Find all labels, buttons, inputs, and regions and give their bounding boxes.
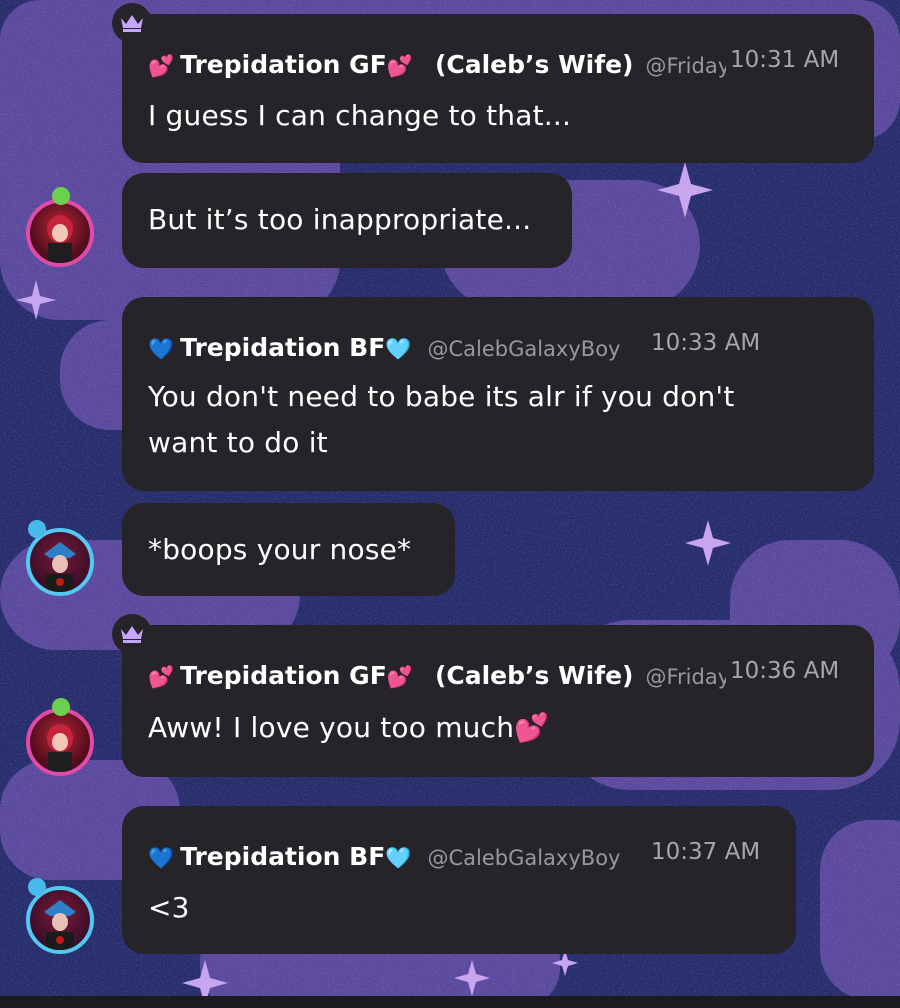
message-header: 💕 Trepidation GF 💕 (Caleb’s Wife) @Frida… [148, 50, 726, 79]
message-time: 10:33 AM [651, 330, 761, 356]
bf-avatar[interactable] [26, 528, 94, 596]
message-time: 10:37 AM [651, 839, 761, 865]
sender-name[interactable]: Trepidation BF [180, 333, 385, 362]
crown-icon [121, 626, 143, 643]
sender-handle[interactable]: @CalebGalaxyBoy [427, 337, 620, 361]
message-bubble[interactable]: 💕 Trepidation GF 💕 (Caleb’s Wife) @Frida… [122, 625, 874, 777]
crown-badge [112, 3, 152, 43]
sender-name[interactable]: Trepidation BF [180, 842, 385, 871]
status-badge [28, 878, 46, 896]
bf-avatar-icon [44, 542, 76, 592]
crown-icon [121, 15, 143, 32]
message-bubble[interactable]: *boops your nose* [122, 503, 455, 596]
sender-handle[interactable]: @CalebGalaxyBoy [427, 846, 620, 870]
message-bubble[interactable]: But it’s too inappropriate... [122, 173, 572, 268]
message-text: Aww! I love you too much💕 [148, 711, 550, 744]
sender-handle[interactable]: @Friday [646, 54, 726, 78]
message-text: want to do it [148, 426, 328, 459]
crown-badge [112, 614, 152, 654]
light-blue-heart-emoji: 🩵 [385, 846, 412, 870]
pink-hearts-emoji: 💕 [148, 54, 175, 78]
sender-name[interactable]: Trepidation GF [180, 50, 387, 79]
status-badge [52, 187, 70, 205]
message-bubble[interactable]: 💙 Trepidation BF 🩵 @CalebGalaxyBoy 10:33… [122, 297, 874, 491]
gf-avatar-icon [47, 724, 73, 772]
sender-title: (Caleb’s Wife) [434, 661, 634, 690]
pink-hearts-emoji: 💕 [148, 665, 175, 689]
sender-title: (Caleb’s Wife) [434, 50, 634, 79]
message-text: I guess I can change to that... [148, 99, 572, 132]
message-header: 💙 Trepidation BF 🩵 @CalebGalaxyBoy [148, 842, 620, 871]
gf-avatar-icon [47, 215, 73, 263]
message-text: *boops your nose* [148, 533, 412, 566]
sender-handle[interactable]: @Friday [646, 665, 726, 689]
blue-heart-emoji: 💙 [148, 846, 175, 870]
message-text: <3 [148, 891, 190, 924]
status-badge [28, 520, 46, 538]
sender-name[interactable]: Trepidation GF [180, 661, 387, 690]
message-time: 10:36 AM [730, 658, 840, 684]
gf-avatar[interactable] [26, 199, 94, 267]
status-badge [52, 698, 70, 716]
message-time: 10:31 AM [730, 47, 840, 73]
gf-avatar[interactable] [26, 708, 94, 776]
bf-avatar[interactable] [26, 886, 94, 954]
blue-heart-emoji: 💙 [148, 337, 175, 361]
message-text: But it’s too inappropriate... [148, 203, 532, 236]
message-text: You don't need to babe its alr if you do… [148, 380, 735, 413]
message-header: 💕 Trepidation GF 💕 (Caleb’s Wife) @Frida… [148, 661, 726, 690]
message-header: 💙 Trepidation BF 🩵 @CalebGalaxyBoy [148, 333, 620, 362]
bottom-bar [0, 996, 900, 1008]
message-bubble[interactable]: 💙 Trepidation BF 🩵 @CalebGalaxyBoy 10:37… [122, 806, 796, 954]
bf-avatar-icon [44, 900, 76, 950]
light-blue-heart-emoji: 🩵 [385, 337, 412, 361]
pink-hearts-emoji: 💕 [386, 665, 413, 689]
pink-hearts-emoji: 💕 [386, 54, 413, 78]
message-bubble[interactable]: 💕 Trepidation GF 💕 (Caleb’s Wife) @Frida… [122, 14, 874, 163]
